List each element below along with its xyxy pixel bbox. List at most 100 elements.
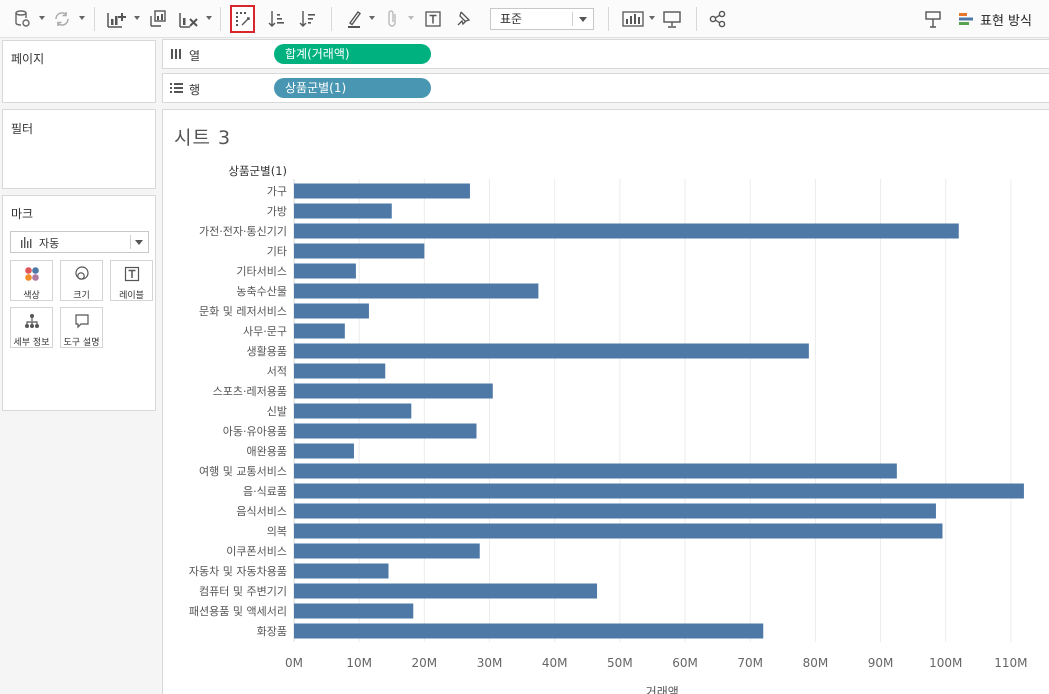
marks-title: 마크: [11, 207, 34, 221]
category-label: 문화 및 레저서비스: [199, 305, 287, 318]
x-tick-label: 100M: [929, 656, 962, 670]
chevron-down-icon[interactable]: [408, 16, 414, 20]
bar: [294, 583, 598, 599]
bar: [294, 623, 764, 639]
worksheet: 시트 3 상품군별(1) 가구 가방 가전·전자·통신기기 기타 기타서비스 농축수산물 문화…: [162, 109, 1049, 694]
pages-panel[interactable]: 페이지: [2, 40, 156, 103]
mark-type-value: 자동: [39, 237, 60, 250]
toolbar-divider: [94, 7, 95, 31]
label-card-label: 레이블: [119, 291, 144, 301]
columns-shelf[interactable]: 열 합계(거래액): [162, 39, 1049, 69]
bar: [294, 483, 1024, 499]
show-me-icon: [959, 13, 973, 25]
show-mark-labels-icon[interactable]: [423, 7, 443, 31]
category-label: 가구: [267, 185, 287, 198]
bar: [294, 423, 477, 439]
bar: [294, 203, 392, 219]
bar: [294, 263, 356, 279]
chevron-down-icon: [135, 240, 143, 245]
presentation-mode-icon[interactable]: [661, 7, 683, 31]
category-label: 아동·유아용품: [223, 425, 287, 438]
category-label: 자동차 및 자동차용품: [189, 565, 287, 578]
highlight-icon[interactable]: [344, 7, 364, 31]
sort-descending-icon[interactable]: [297, 7, 319, 31]
product-group-pill[interactable]: 상품군별(1): [274, 78, 431, 98]
chevron-down-icon[interactable]: [39, 16, 45, 20]
x-tick-label: 60M: [672, 656, 698, 670]
bar: [294, 303, 369, 319]
category-label: 생활용품: [247, 344, 287, 358]
detail-icon: [11, 313, 52, 329]
tooltip-card-label: 도구 설명: [63, 338, 100, 348]
pages-title: 페이지: [11, 52, 45, 66]
select-divider: [572, 12, 573, 26]
chevron-down-icon[interactable]: [206, 16, 212, 20]
bar: [294, 443, 354, 459]
sum-sales-pill[interactable]: 합계(거래액): [274, 44, 431, 64]
swap-rows-columns-icon[interactable]: [230, 5, 255, 33]
label-icon: [111, 266, 152, 282]
x-tick-label: 90M: [868, 656, 894, 670]
share-icon[interactable]: [707, 7, 729, 31]
pin-icon[interactable]: [453, 7, 473, 31]
x-tick-label: 50M: [607, 656, 633, 670]
chevron-down-icon[interactable]: [79, 16, 85, 20]
bar: [294, 243, 425, 259]
bar-chart: 상품군별(1) 가구가방가전·전자·통신기기기타기타서비스농축수산물문화 및 레저…: [189, 164, 1028, 694]
category-label: 의복: [267, 525, 287, 538]
size-card-label: 크기: [73, 291, 90, 301]
category-label: 스포츠·레저용품: [213, 385, 287, 398]
category-label: 신발: [267, 405, 287, 418]
bar: [294, 403, 412, 419]
category-label: 가방: [267, 205, 287, 218]
clear-sheet-icon[interactable]: [177, 7, 201, 31]
x-tick-label: 0M: [285, 656, 303, 670]
duplicate-sheet-icon[interactable]: [147, 7, 169, 31]
bar: [294, 563, 389, 579]
x-tick-label: 110M: [994, 656, 1027, 670]
x-tick-label: 20M: [412, 656, 438, 670]
chevron-down-icon[interactable]: [134, 16, 140, 20]
category-label: 서적: [267, 365, 287, 378]
show-me-button[interactable]: 표현 방식: [958, 9, 1032, 29]
show-cards-icon[interactable]: [620, 7, 646, 31]
tooltip-pointer-icon[interactable]: [922, 7, 944, 31]
toolbar-divider: [220, 7, 221, 31]
rows-shelf[interactable]: 행 상품군별(1): [162, 73, 1049, 103]
category-label: 기타서비스: [236, 265, 287, 278]
category-label: 컴퓨터 및 주변기기: [199, 585, 287, 598]
tooltip-card[interactable]: 도구 설명: [60, 307, 103, 348]
color-card-label: 색상: [23, 291, 40, 301]
chevron-down-icon[interactable]: [369, 16, 375, 20]
fit-select[interactable]: 표준: [490, 8, 594, 30]
columns-label: 열: [189, 49, 201, 63]
filters-panel[interactable]: 필터: [2, 109, 156, 189]
tooltip-icon: [61, 313, 102, 329]
bar-chart-icon: [21, 237, 32, 248]
sort-ascending-icon[interactable]: [266, 7, 288, 31]
toolbar-divider: [608, 7, 609, 31]
color-icon: [11, 266, 52, 282]
size-card[interactable]: 크기: [60, 260, 103, 301]
refresh-icon[interactable]: [51, 7, 73, 31]
marks-panel: 마크 자동 색상 크기 레이블 세부 정보 도구 설명: [2, 195, 156, 411]
x-tick-label: 10M: [346, 656, 372, 670]
bar: [294, 603, 414, 619]
toolbar-divider: [331, 7, 332, 31]
mark-type-select[interactable]: 자동: [10, 231, 149, 253]
group-members-icon[interactable]: [382, 7, 402, 31]
detail-card[interactable]: 세부 정보: [10, 307, 53, 348]
category-label: 사무·문구: [243, 325, 287, 338]
tableau-workspace: 표준 표현 방식 페이지 필터 마크 자동 색상 크기 레이블 세부 정보 도구…: [0, 0, 1049, 694]
color-card[interactable]: 색상: [10, 260, 53, 301]
rows-icon: [170, 83, 183, 93]
toolbar-divider: [696, 7, 697, 31]
size-icon: [61, 266, 102, 282]
bar: [294, 543, 480, 559]
new-worksheet-icon[interactable]: [105, 7, 129, 31]
datasource-icon[interactable]: [12, 7, 32, 31]
x-tick-label: 40M: [542, 656, 568, 670]
chevron-down-icon[interactable]: [649, 16, 655, 20]
bar: [294, 283, 539, 299]
label-card[interactable]: 레이블: [110, 260, 153, 301]
